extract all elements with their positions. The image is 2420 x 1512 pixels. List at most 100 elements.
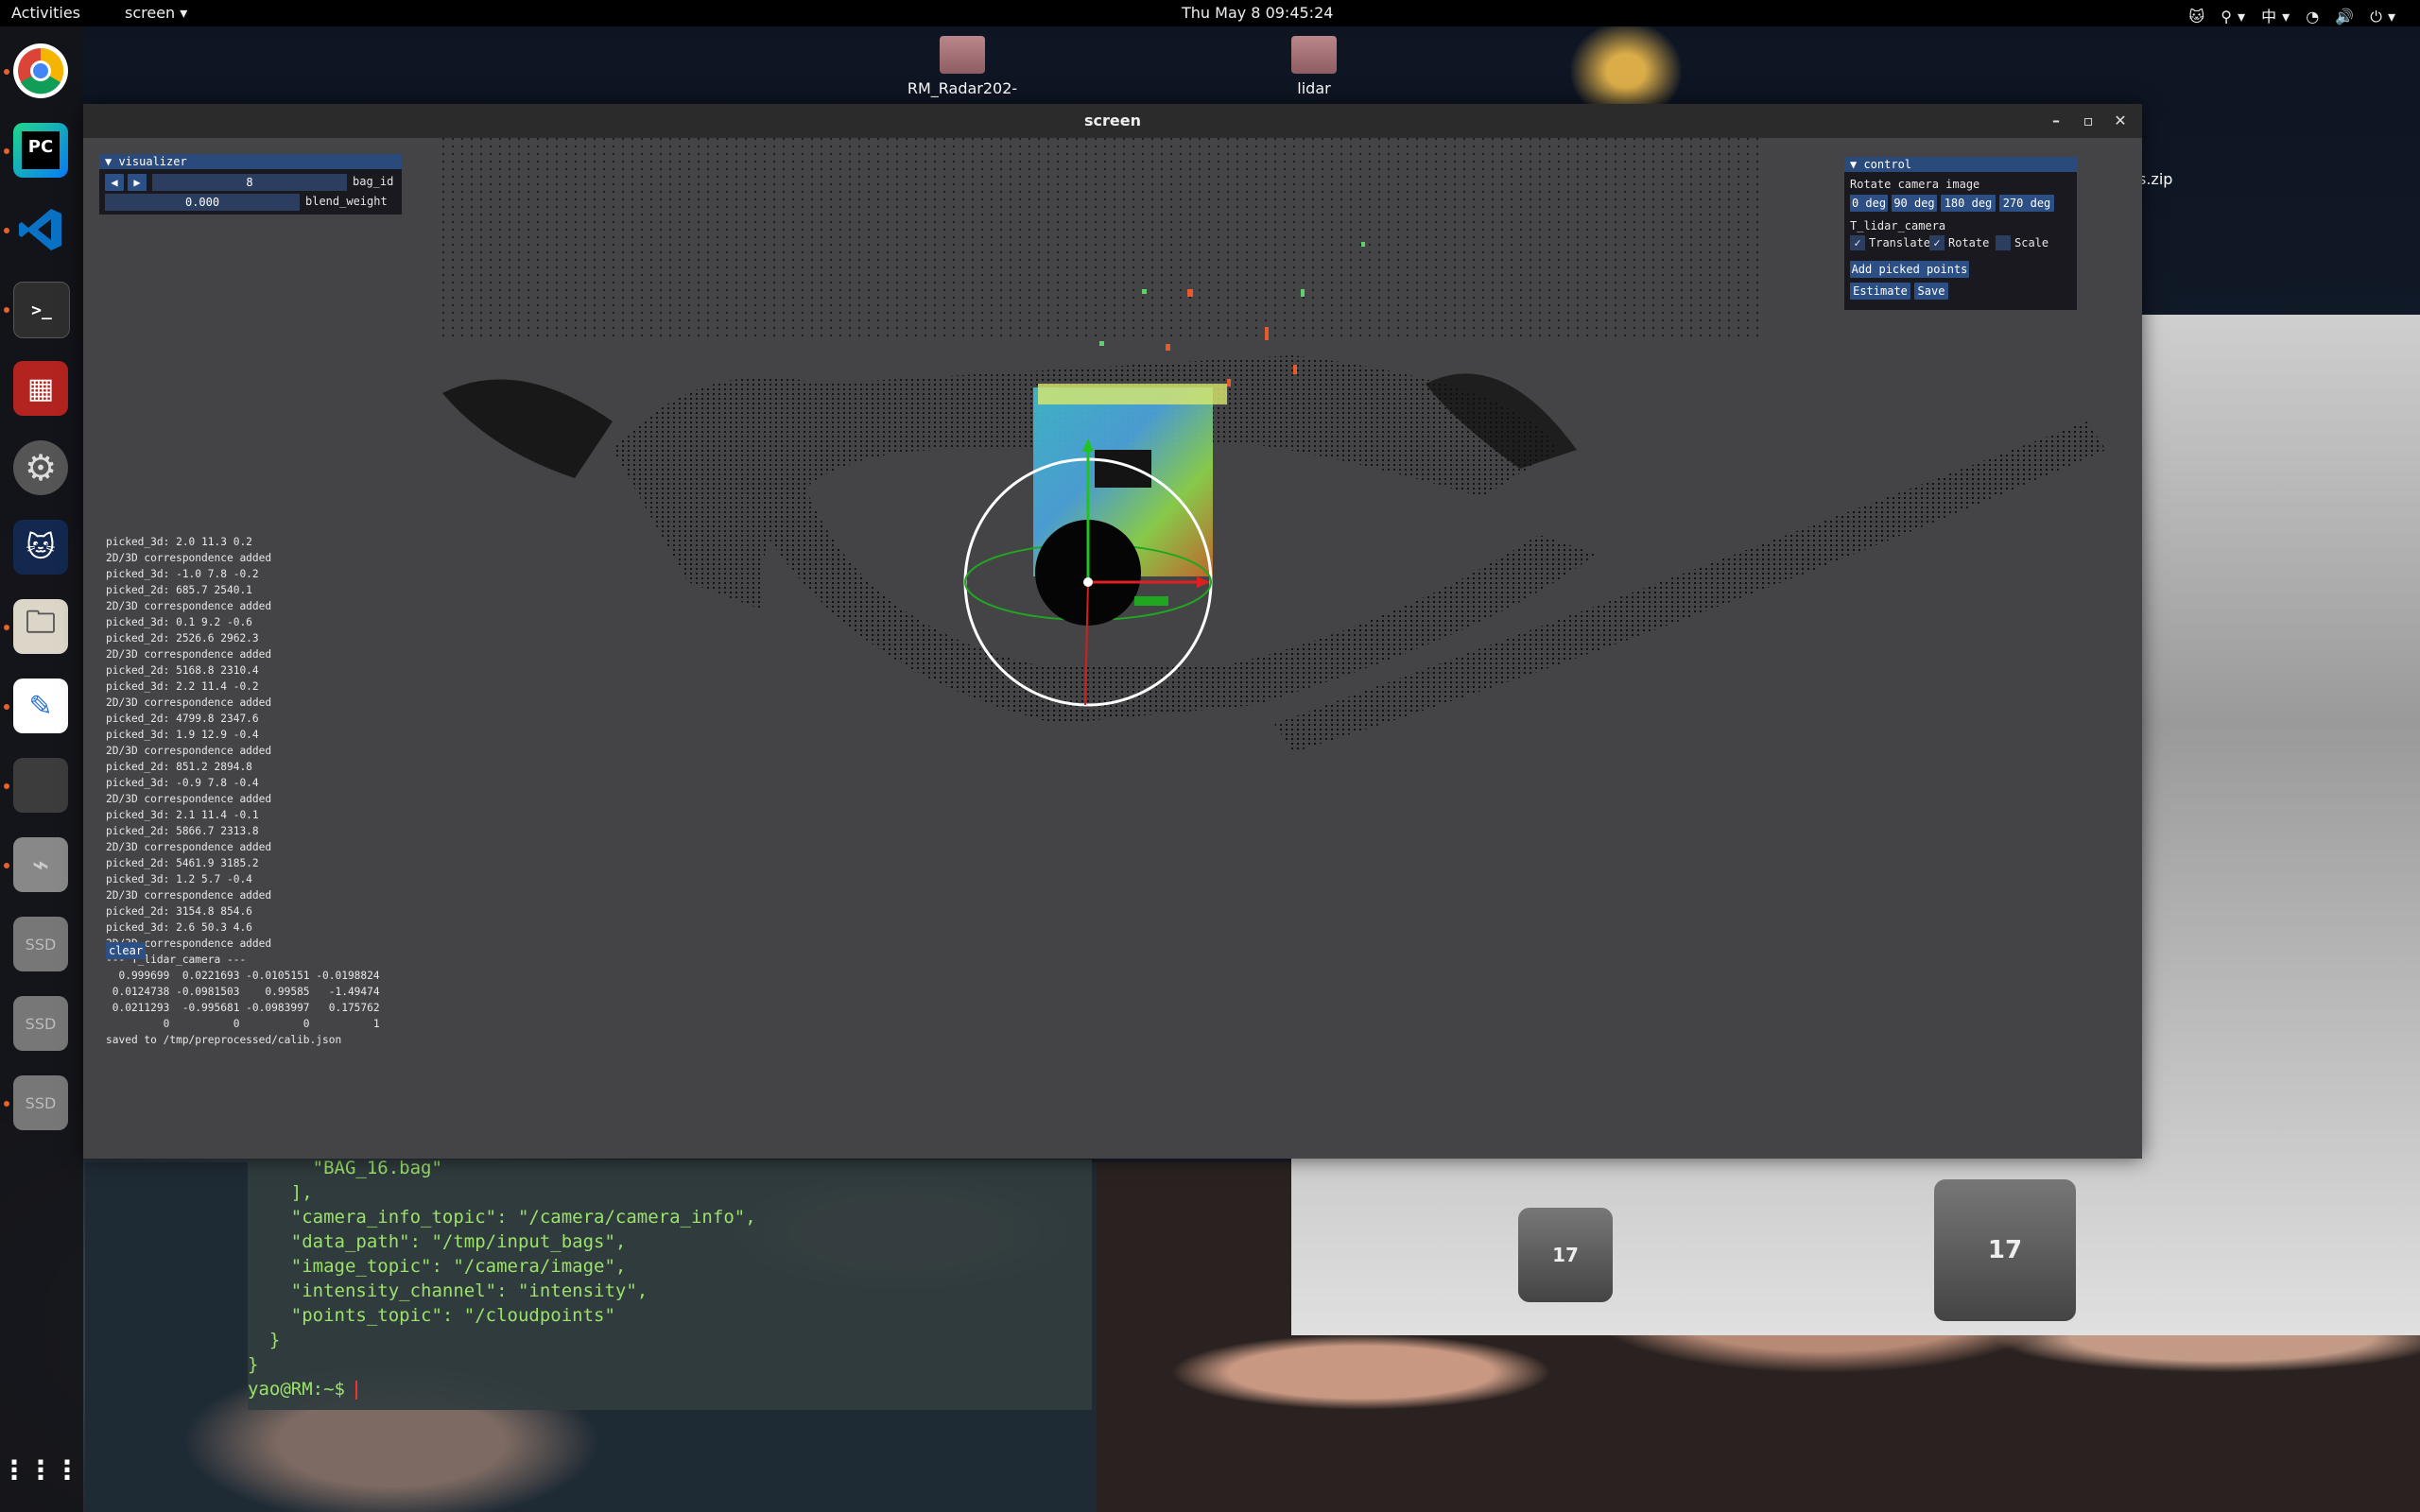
terminal-line: ], (248, 1182, 313, 1203)
blend-weight-label: blend_weight (305, 195, 388, 208)
running-indicator (4, 625, 9, 630)
folder-icon (940, 36, 985, 74)
minimize-button[interactable]: – (2040, 104, 2072, 138)
dock-vscode[interactable] (13, 202, 68, 257)
chrome-icon (18, 47, 64, 94)
scale-checkbox[interactable] (1996, 235, 2011, 250)
show-apps-button[interactable]: ⋮⋮⋮ (1, 1442, 80, 1497)
gizmo-x-arrow[interactable] (1197, 576, 1210, 588)
desktop-folder-label: lidar (1297, 79, 1331, 97)
terminal-line: "image_topic": "/camera/image", (248, 1256, 627, 1277)
dock-files[interactable]: 🗀 (13, 599, 68, 654)
running-indicator (4, 863, 9, 868)
rotate-90-button[interactable]: 90 deg (1892, 195, 1937, 212)
point-cloud-colored-top (1038, 384, 1227, 404)
scale-label: Scale (2014, 236, 2049, 249)
log-output: picked_3d: 2.0 11.3 0.2 2D/3D correspond… (106, 536, 380, 1046)
control-panel[interactable]: ▼ control Rotate camera image 0 deg 90 d… (1844, 157, 2077, 310)
dock-active-window[interactable] (13, 758, 68, 813)
window-titlebar[interactable]: screen – ▫ ✕ (83, 104, 2142, 138)
gizmo-plane-handle[interactable] (1134, 596, 1168, 606)
running-indicator (4, 148, 9, 154)
photo-cube-2: 17 (1934, 1179, 2076, 1321)
bag-id-label: bag_id (353, 175, 394, 188)
desktop-folder-label: RM_Radar202- (907, 79, 1018, 97)
dock-cat-app[interactable]: 🐱 (13, 520, 68, 575)
running-indicator (4, 1101, 9, 1107)
blend-weight-field[interactable]: 0.000 (105, 194, 300, 211)
cat-icon: 🐱 (26, 530, 56, 564)
rotate-180-button[interactable]: 180 deg (1941, 195, 1996, 212)
photo-cube-1: 17 (1518, 1208, 1613, 1302)
dock-settings[interactable]: ⚙ (13, 440, 68, 495)
dock-text-editor[interactable]: ✎ (13, 679, 68, 733)
drive-icon: SSD (25, 1014, 57, 1033)
activities-button[interactable]: Activities (11, 4, 80, 22)
terminal-icon: >_ (31, 300, 52, 320)
usb-icon: ⌁ (31, 848, 50, 882)
rotate-0-button[interactable]: 0 deg (1850, 195, 1888, 212)
running-indicator (4, 704, 9, 710)
dock-ssd-3[interactable]: SSD (13, 1075, 68, 1130)
dock-red-app[interactable]: ▦ (13, 361, 68, 416)
system-tray[interactable]: 🐱 ⚲▾ 中▾ ◔ 🔊 ⏻▾ (2189, 4, 2401, 26)
t-lidar-camera-label: T_lidar_camera (1850, 219, 1946, 232)
dock-terminal[interactable]: >_ (13, 282, 70, 338)
visualizer-panel-title[interactable]: ▼ visualizer (99, 154, 402, 169)
add-picked-points-button[interactable]: Add picked points (1850, 261, 1969, 278)
terminal-line: "BAG_16.bag" (248, 1158, 442, 1178)
prev-bag-button[interactable]: ◀ (105, 174, 124, 191)
terminal-window[interactable]: "BAG_16.bag" ], "camera_info_topic": "/c… (248, 1158, 1092, 1410)
terminal-line: } (248, 1354, 259, 1375)
rotate-camera-label: Rotate camera image (1850, 178, 1980, 191)
running-indicator (4, 228, 9, 233)
save-button[interactable]: Save (1914, 283, 1948, 300)
running-indicator (4, 307, 9, 313)
window-title: screen (1084, 112, 1141, 129)
terminal-line: "points_topic": "/cloudpoints" (248, 1305, 615, 1326)
translate-checkbox[interactable]: ✓ (1850, 235, 1865, 250)
terminal-prompt[interactable]: yao@RM:~$ (248, 1379, 358, 1400)
3d-viewport[interactable]: ▼ visualizer ◀ ▶ 8 bag_id 0.000 blend_we… (83, 138, 2142, 1159)
clock[interactable]: Thu May 8 09:45:24 (1182, 4, 1333, 22)
folder-icon (1291, 36, 1337, 74)
desktop-folder-rm-radar[interactable]: RM_Radar202- (887, 36, 1038, 97)
app-menu[interactable]: screen ▾ (125, 4, 187, 22)
dock-ssd-1[interactable]: SSD (13, 917, 68, 971)
terminal-line: } (248, 1330, 281, 1350)
point-cloud-trees (442, 379, 613, 478)
terminal-prompt-text: yao@RM:~$ (248, 1379, 356, 1400)
maximize-button[interactable]: ▫ (2072, 104, 2104, 138)
dock-pycharm[interactable]: PC (13, 123, 68, 178)
gear-icon: ⚙ (24, 447, 58, 489)
desktop-zip-label[interactable]: s.zip (2138, 170, 2172, 188)
dock-ssd-2[interactable]: SSD (13, 996, 68, 1051)
estimate-button[interactable]: Estimate (1850, 283, 1910, 300)
rotate-checkbox[interactable]: ✓ (1929, 235, 1945, 250)
desktop-folder-lidar[interactable]: lidar (1238, 36, 1390, 97)
terminal-cursor (355, 1380, 358, 1400)
visualizer-panel[interactable]: ▼ visualizer ◀ ▶ 8 bag_id 0.000 blend_we… (99, 154, 402, 215)
dock-usb[interactable]: ⌁ (13, 837, 68, 892)
folder-icon: 🗀 (25, 604, 56, 640)
next-bag-button[interactable]: ▶ (128, 174, 147, 191)
gizmo-origin (1083, 577, 1093, 587)
point-cloud-shadow (1095, 450, 1151, 488)
terminal-line: "data_path": "/tmp/input_bags", (248, 1231, 627, 1252)
control-panel-title[interactable]: ▼ control (1844, 157, 2077, 172)
dock-chrome[interactable] (13, 43, 68, 98)
vscode-icon (19, 209, 61, 250)
main-window[interactable]: screen – ▫ ✕ ▼ visualizer ◀ ▶ 8 bag_id 0… (83, 104, 2142, 1159)
translate-label: Translate (1869, 236, 1931, 249)
dock: PC >_ ▦ ⚙ 🐱 🗀 ✎ ⌁ SSD SSD SSD ⋮⋮⋮ (0, 26, 83, 1512)
apps-grid-icon: ⋮⋮⋮ (1, 1453, 80, 1486)
clear-log-button[interactable]: clear (106, 942, 146, 959)
pycharm-icon: PC (22, 131, 60, 169)
point-cloud-far (442, 138, 1766, 336)
rotate-270-button[interactable]: 270 deg (1999, 195, 2054, 212)
close-button[interactable]: ✕ (2104, 104, 2136, 138)
top-bar: Activities screen ▾ Thu May 8 09:45:24 🐱… (0, 0, 2420, 26)
bag-id-field[interactable]: 8 (152, 174, 347, 191)
drive-icon: SSD (25, 935, 57, 954)
running-indicator (4, 69, 9, 75)
